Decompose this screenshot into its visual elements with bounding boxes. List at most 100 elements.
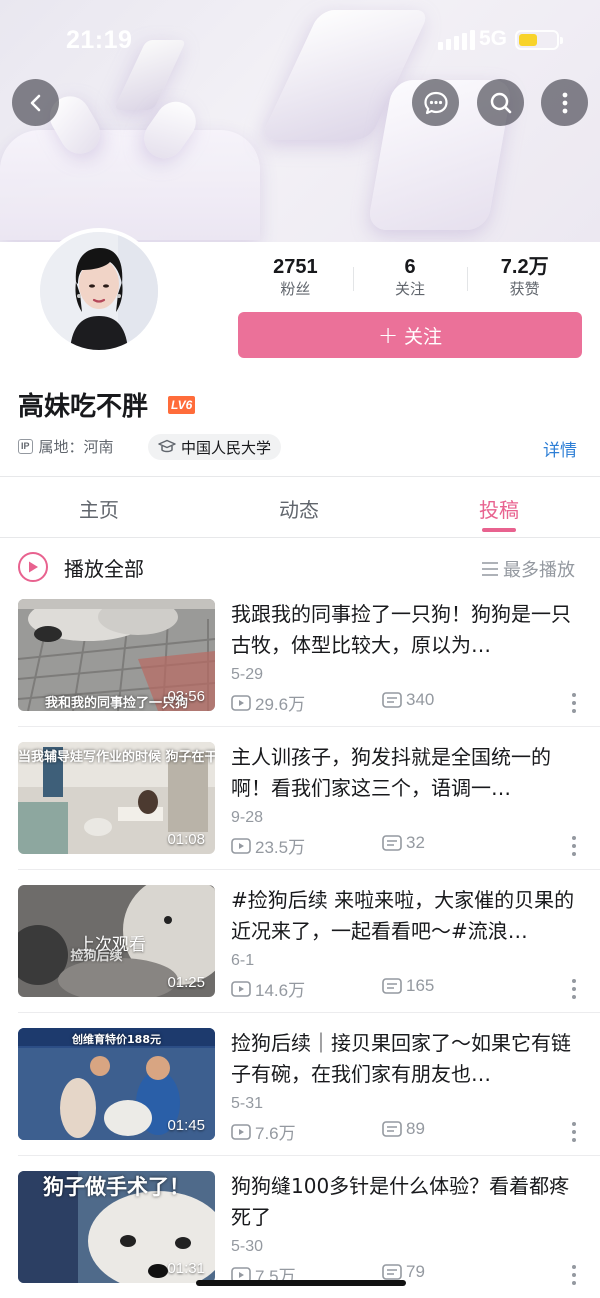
views-count: 23.5万 (255, 838, 306, 857)
video-views: 7.6万 (231, 1119, 296, 1144)
video-title[interactable]: 狗狗缝100多针是什么体验？看着都疼死了 (231, 1171, 583, 1233)
play-all-label: 播放全部 (64, 556, 144, 581)
level-badge: LV6 (168, 396, 196, 414)
video-danmaku: 32 (382, 833, 425, 853)
video-title[interactable]: 主人训孩子，狗发抖就是全国统一的啊！看我们家这三个，语调一… (231, 742, 583, 804)
thumbnail-caption: 当我辅导娃写作业的时候 狗子在干嘛 (18, 750, 215, 765)
message-button[interactable] (412, 79, 459, 126)
video-thumbnail[interactable]: 我和我的同事捡了一只狗 03:56 (18, 599, 215, 711)
danmaku-icon (382, 692, 402, 708)
stat-label: 关注 (395, 280, 426, 298)
search-button[interactable] (477, 79, 524, 126)
avatar[interactable] (36, 228, 162, 354)
video-title[interactable]: 我跟我的同事捡了一只狗！狗狗是一只古牧，体型比较大，原以为… (231, 599, 583, 661)
status-bar: 21:19 5G (0, 0, 600, 80)
video-date: 5-30 (231, 1238, 264, 1255)
more-icon (562, 92, 567, 113)
danmaku-count: 165 (406, 976, 435, 995)
video-date: 6-1 (231, 952, 255, 969)
video-thumbnail[interactable]: 上次观看 捡狗后续 01:25 (18, 885, 215, 997)
danmaku-icon (382, 1121, 402, 1137)
tab-dynamics[interactable]: 动态 (279, 494, 319, 523)
divider (18, 1012, 600, 1013)
more-button[interactable] (541, 79, 588, 126)
views-icon (231, 1123, 251, 1140)
search-icon (490, 92, 511, 113)
stat-value: 2751 (273, 256, 318, 278)
video-duration: 03:56 (167, 688, 205, 705)
divider (18, 726, 600, 727)
follow-button[interactable]: + 关注 (238, 312, 582, 358)
thumbnail-caption: 创维育特价188元 (72, 1033, 161, 1046)
profile-stats: 2751 粉丝 6 关注 7.2万 获赞 (238, 255, 582, 301)
follow-label: 关注 (404, 325, 443, 348)
video-duration: 01:31 (167, 1260, 205, 1277)
views-count: 7.6万 (255, 1124, 296, 1143)
divider (0, 537, 600, 538)
kebab-icon[interactable] (565, 977, 583, 1001)
message-icon (423, 91, 448, 114)
sort-button[interactable]: 最多播放 (481, 556, 575, 582)
signal-icon (438, 30, 475, 50)
video-item[interactable]: 狗子做手术了！ 01:31 狗狗缝100多针是什么体验？看着都疼死了 5-30 … (0, 1171, 600, 1298)
danmaku-count: 79 (406, 1262, 425, 1281)
video-views: 29.6万 (231, 690, 305, 715)
video-danmaku: 165 (382, 976, 434, 996)
school-icon (158, 439, 176, 453)
views-icon (231, 837, 251, 854)
active-tab-indicator (482, 528, 516, 532)
video-duration: 01:25 (167, 974, 205, 991)
ip-location: IP 属地：河南 (18, 436, 114, 457)
school-tag[interactable]: 中国人民大学 (148, 434, 282, 460)
stat-label: 粉丝 (280, 280, 311, 298)
network-label: 5G (479, 27, 508, 50)
thumbnail-caption: 狗子做手术了！ (43, 1175, 190, 1199)
video-views: 14.6万 (231, 976, 305, 1001)
danmaku-icon (382, 1264, 402, 1280)
back-icon (30, 94, 40, 111)
ip-location-text: 属地：河南 (38, 438, 114, 456)
video-duration: 01:08 (167, 831, 205, 848)
stat-likes[interactable]: 7.2万 获赞 (467, 255, 582, 301)
views-icon (231, 980, 251, 997)
thumbnail-caption: 捡狗后续 (70, 949, 123, 964)
video-thumbnail[interactable]: 狗子做手术了！ 01:31 (18, 1171, 215, 1283)
video-title[interactable]: #捡狗后续 来啦来啦，大家催的贝果的近况来了，一起看看吧～#流浪… (231, 885, 583, 947)
play-all-button[interactable]: 播放全部 (18, 552, 144, 582)
video-item[interactable]: 上次观看 捡狗后续 01:25 #捡狗后续 来啦来啦，大家催的贝果的近况来了，一… (0, 885, 600, 1015)
danmaku-count: 89 (406, 1119, 425, 1138)
video-date: 5-31 (231, 1095, 264, 1112)
video-title[interactable]: 捡狗后续｜接贝果回家了～如果它有链子有碗，在我们家有朋友也… (231, 1028, 583, 1090)
danmaku-count: 340 (406, 690, 435, 709)
stat-following[interactable]: 6 关注 (352, 255, 468, 301)
back-button[interactable] (12, 79, 59, 126)
views-icon (231, 694, 251, 711)
tab-home[interactable]: 主页 (79, 494, 119, 523)
plus-icon: + (377, 321, 399, 349)
username: 高妹吃不胖 (18, 392, 149, 422)
detail-link[interactable]: 详情 (543, 436, 577, 461)
video-item[interactable]: 当我辅导娃写作业的时候 狗子在干嘛 01:08 主人训孩子，狗发抖就是全国统一的… (0, 742, 600, 872)
kebab-icon[interactable] (565, 834, 583, 858)
video-views: 23.5万 (231, 833, 305, 858)
home-indicator[interactable] (196, 1280, 406, 1286)
stat-fans[interactable]: 2751 粉丝 (238, 255, 353, 301)
video-danmaku: 89 (382, 1119, 425, 1139)
divider (18, 1155, 600, 1156)
sort-label: 最多播放 (503, 560, 575, 581)
kebab-icon[interactable] (565, 691, 583, 715)
video-item[interactable]: 我和我的同事捡了一只狗 03:56 我跟我的同事捡了一只狗！狗狗是一只古牧，体型… (0, 599, 600, 729)
battery-icon (515, 30, 563, 50)
kebab-icon[interactable] (565, 1263, 583, 1287)
tab-uploads[interactable]: 投稿 (479, 494, 519, 523)
views-count: 14.6万 (255, 981, 306, 1000)
stat-value: 6 (404, 256, 416, 278)
kebab-icon[interactable] (565, 1120, 583, 1144)
video-date: 5-29 (231, 666, 264, 683)
video-date: 9-28 (231, 809, 264, 826)
sort-icon (482, 562, 498, 576)
video-thumbnail[interactable]: 当我辅导娃写作业的时候 狗子在干嘛 01:08 (18, 742, 215, 854)
video-thumbnail[interactable]: 创维育特价188元 01:45 (18, 1028, 215, 1140)
danmaku-icon (382, 978, 402, 994)
video-item[interactable]: 创维育特价188元 01:45 捡狗后续｜接贝果回家了～如果它有链子有碗，在我们… (0, 1028, 600, 1158)
